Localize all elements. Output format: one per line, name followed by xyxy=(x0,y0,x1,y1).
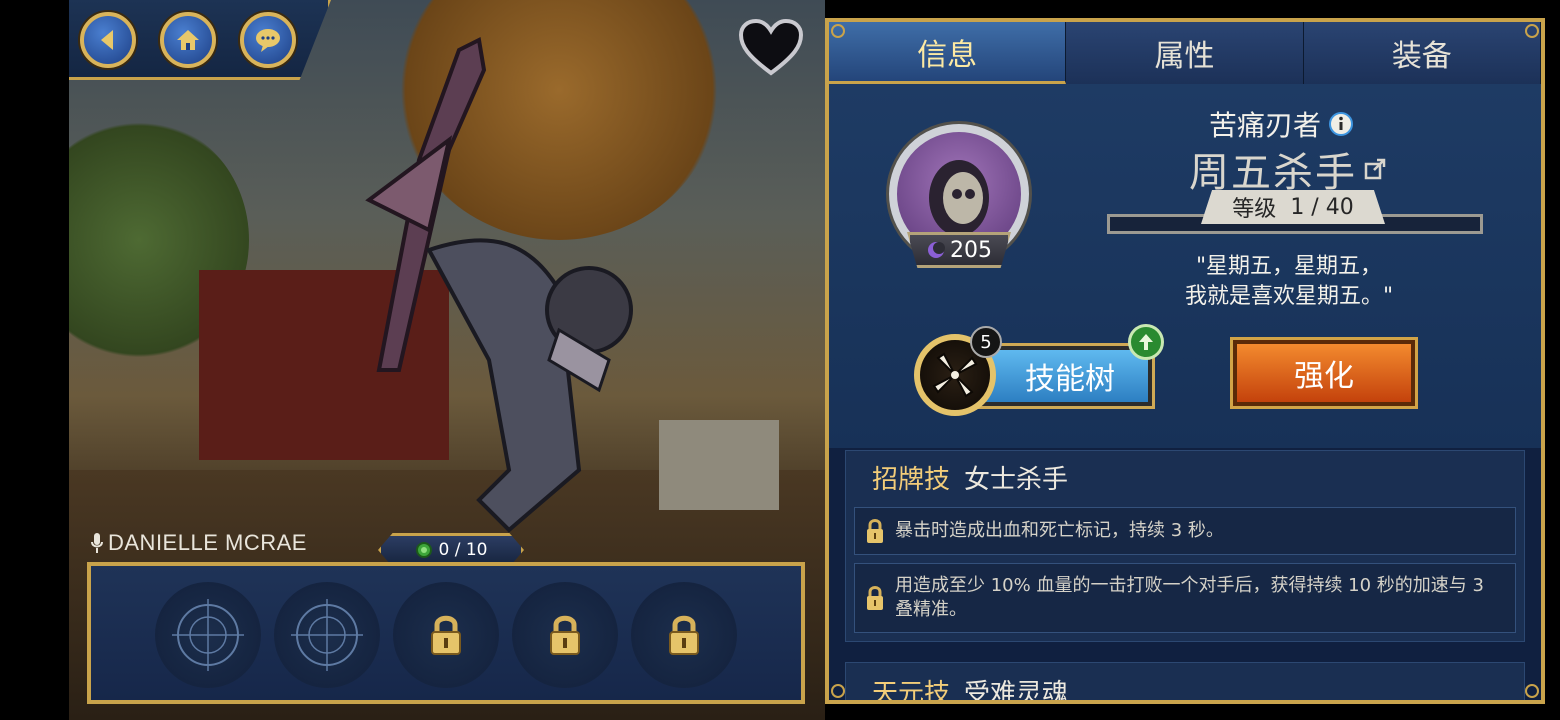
panel-corner-ornament xyxy=(1525,684,1539,698)
title-text: 周五杀手 xyxy=(1189,150,1357,196)
skills-section: 招牌技 女士杀手 暴击时造成出血和死亡标记，持续 3 秒。 用造成至少 10% … xyxy=(829,448,1541,704)
green-gear-icon xyxy=(415,542,432,558)
home-button[interactable] xyxy=(160,12,216,68)
chat-button[interactable] xyxy=(240,12,296,68)
lock-icon xyxy=(867,586,883,610)
perk-row-1: 暴击时造成出血和死亡标记，持续 3 秒。 xyxy=(854,507,1516,555)
skill-tree-button[interactable]: 技能树 5 xyxy=(914,324,1164,424)
perk-lock-2 xyxy=(855,584,895,612)
perk-lock-1 xyxy=(855,517,895,545)
character-quote: "星期五，星期五， 我就是喜欢星期五。" xyxy=(1129,252,1449,312)
home-icon xyxy=(177,30,199,50)
game-screen: DANIELLE MCRAE 0 / 10 信息 属性 装备 205 苦痛刃者 … xyxy=(0,0,1560,720)
up-arrow-icon xyxy=(1139,334,1153,350)
lock-icon xyxy=(431,615,461,655)
quote-line-2: 我就是喜欢星期五。" xyxy=(1184,284,1394,309)
move-slot-4[interactable] xyxy=(512,582,618,688)
perk-row-2: 用造成至少 10% 血量的一击打败一个对手后，获得持续 10 秒的加速与 3 叠… xyxy=(854,563,1516,633)
level-label-text: 等级 xyxy=(1232,197,1277,222)
character-title: 周五杀手 xyxy=(1189,140,1387,198)
enhance-button[interactable]: 强化 xyxy=(1233,340,1415,406)
back-arrow-icon xyxy=(101,30,113,50)
lock-icon xyxy=(550,615,580,655)
signature-move-label: 招牌技 xyxy=(872,465,951,495)
panel-corner-ornament xyxy=(831,684,845,698)
signature-move-name: 女士杀手 xyxy=(964,465,1069,495)
heart-icon xyxy=(738,18,804,76)
voice-actor-label: DANIELLE MCRAE xyxy=(90,530,307,556)
chat-bubble-icon xyxy=(256,29,280,52)
move-slot-3[interactable] xyxy=(393,582,499,688)
power-rating-badge: 205 xyxy=(907,232,1011,268)
innate-move-block: 天元技 受难灵魂 xyxy=(845,662,1525,704)
tab-bar: 信息 属性 装备 xyxy=(829,22,1541,84)
progress-text: 0 / 10 xyxy=(438,540,488,560)
character-subtitle: 苦痛刃者 xyxy=(1209,104,1354,144)
voice-actor-name: DANIELLE MCRAE xyxy=(108,530,307,555)
skill-points-badge: 5 xyxy=(970,326,1002,358)
signature-move-block: 招牌技 女士杀手 暴击时造成出血和死亡标记，持续 3 秒。 用造成至少 10% … xyxy=(845,450,1525,642)
favorite-button[interactable] xyxy=(738,18,804,78)
tab-info[interactable]: 信息 xyxy=(829,22,1067,84)
perk-text-1: 暴击时造成出血和死亡标记，持续 3 秒。 xyxy=(895,520,1224,541)
external-link-icon[interactable] xyxy=(1363,157,1387,181)
character-detail-panel: 信息 属性 装备 205 苦痛刃者 周五杀手 等级 1 / 40 "星期五，星期… xyxy=(825,18,1545,704)
crossed-blades-icon xyxy=(932,352,978,398)
info-section: 205 苦痛刃者 周五杀手 等级 1 / 40 "星期五，星期五， 我就是喜欢星… xyxy=(829,84,1541,448)
signature-move-header: 招牌技 女士杀手 xyxy=(872,459,1068,496)
innate-move-header: 天元技 受难灵魂 xyxy=(872,673,1069,704)
moon-icon xyxy=(928,242,945,258)
lock-icon xyxy=(867,519,883,543)
move-slot-5[interactable] xyxy=(631,582,737,688)
microphone-icon xyxy=(91,533,103,553)
move-slot-2[interactable] xyxy=(274,582,380,688)
subtitle-text: 苦痛刃者 xyxy=(1209,109,1322,142)
crosshair-icon xyxy=(172,599,244,671)
level-label: 等级 1 / 40 xyxy=(1201,190,1385,224)
character-sprite xyxy=(365,37,633,533)
perk-text-2: 用造成至少 10% 血量的一击打败一个对手后，获得持续 10 秒的加速与 3 叠… xyxy=(895,575,1484,620)
power-rating-value: 205 xyxy=(950,237,992,263)
panel-corner-ornament xyxy=(831,24,845,38)
level-value: 1 / 40 xyxy=(1290,194,1354,220)
move-slot-1[interactable] xyxy=(155,582,261,688)
upgrade-available-badge xyxy=(1128,324,1164,360)
innate-move-name: 受难灵魂 xyxy=(964,679,1069,704)
move-slot-tray xyxy=(87,562,805,704)
innate-move-label: 天元技 xyxy=(872,679,951,704)
back-button[interactable] xyxy=(80,12,136,68)
lock-icon xyxy=(669,615,699,655)
info-icon[interactable] xyxy=(1329,112,1354,136)
tab-stats[interactable]: 属性 xyxy=(1066,22,1304,84)
panel-corner-ornament xyxy=(1525,24,1539,38)
quote-line-1: "星期五，星期五， xyxy=(1195,254,1383,279)
crosshair-icon xyxy=(291,599,363,671)
tab-equipment[interactable]: 装备 xyxy=(1303,22,1541,84)
